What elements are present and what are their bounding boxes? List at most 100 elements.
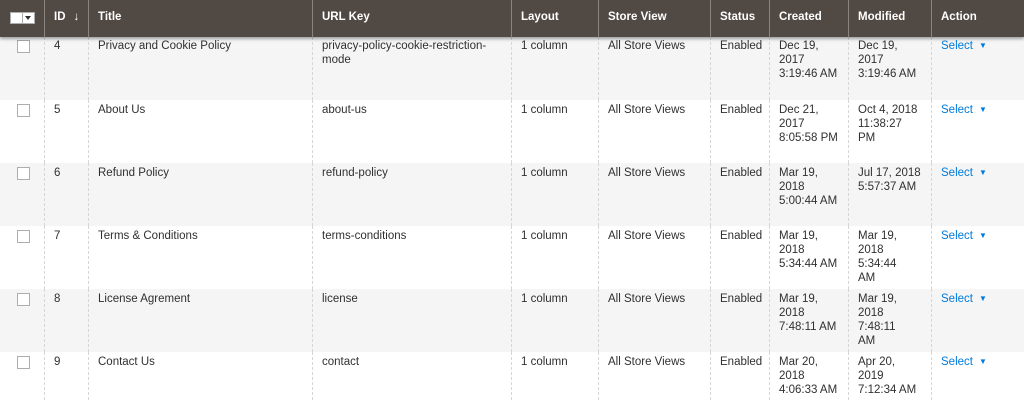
cell-modified: Mar 19, 2018 7:48:11 AM [848,289,931,352]
column-header-store-view[interactable]: Store View [598,0,710,37]
action-select-link[interactable]: Select ▼ [941,104,987,116]
column-header-created[interactable]: Created [769,0,848,37]
cell-status: Enabled [710,289,769,352]
cell-store-view: All Store Views [598,226,710,289]
cell-id: 8 [44,289,88,352]
cell-action: Select ▼ [931,37,1024,100]
cell-layout: 1 column [511,226,598,289]
action-select-link[interactable]: Select ▼ [941,230,987,242]
column-header-layout[interactable]: Layout [511,0,598,37]
cell-layout: 1 column [511,37,598,100]
cms-pages-grid: ID ↓ Title URL Key Layout Store View Stat… [0,0,1024,401]
cell-modified: Dec 19, 2017 3:19:46 AM [848,37,931,100]
cell-layout: 1 column [511,289,598,352]
cell-title: License Agrement [88,289,312,352]
caret-down-icon: ▼ [978,168,987,177]
cell-status: Enabled [710,352,769,401]
cell-id: 9 [44,352,88,401]
cell-url-key: privacy-policy-cookie-restriction-mode [312,37,511,100]
row-select-cell [0,226,44,289]
grid-body: 4 Privacy and Cookie Policy privacy-poli… [0,37,1024,401]
cell-title: Privacy and Cookie Policy [88,37,312,100]
caret-down-icon: ▼ [978,294,987,303]
cell-url-key: license [312,289,511,352]
table-row: 6 Refund Policy refund-policy 1 column A… [0,163,1024,226]
column-header-title[interactable]: Title [88,0,312,37]
row-checkbox[interactable] [17,356,30,369]
row-checkbox[interactable] [17,104,30,117]
cell-status: Enabled [710,37,769,100]
action-select-link[interactable]: Select ▼ [941,40,987,52]
action-select-link[interactable]: Select ▼ [941,167,987,179]
mass-select-header [0,0,44,37]
row-select-cell [0,100,44,163]
row-select-cell [0,37,44,100]
cell-id: 7 [44,226,88,289]
cell-created: Dec 21, 2017 8:05:58 PM [769,100,848,163]
cell-layout: 1 column [511,352,598,401]
cell-id: 6 [44,163,88,226]
row-select-cell [0,289,44,352]
cell-title: Contact Us [88,352,312,401]
table-row: 5 About Us about-us 1 column All Store V… [0,100,1024,163]
table-row: 4 Privacy and Cookie Policy privacy-poli… [0,37,1024,100]
row-checkbox[interactable] [17,40,30,53]
cell-url-key: terms-conditions [312,226,511,289]
caret-down-icon: ▼ [978,231,987,240]
cell-url-key: about-us [312,100,511,163]
grid-header: ID ↓ Title URL Key Layout Store View Stat… [0,0,1024,37]
caret-down-icon: ▼ [978,41,987,50]
table-row: 9 Contact Us contact 1 column All Store … [0,352,1024,401]
cell-store-view: All Store Views [598,37,710,100]
row-select-cell [0,352,44,401]
cell-action: Select ▼ [931,163,1024,226]
sort-descending-icon: ↓ [73,11,80,23]
row-checkbox[interactable] [17,230,30,243]
cell-created: Mar 19, 2018 5:00:44 AM [769,163,848,226]
cell-created: Dec 19, 2017 3:19:46 AM [769,37,848,100]
cell-title: About Us [88,100,312,163]
mass-select-control[interactable] [10,11,35,24]
cell-id: 4 [44,37,88,100]
cell-store-view: All Store Views [598,163,710,226]
mass-select-checkbox[interactable] [10,11,23,24]
cell-url-key: refund-policy [312,163,511,226]
action-select-link[interactable]: Select ▼ [941,293,987,305]
cell-status: Enabled [710,226,769,289]
cell-status: Enabled [710,100,769,163]
caret-down-icon: ▼ [978,357,987,366]
cell-created: Mar 20, 2018 4:06:33 AM [769,352,848,401]
row-checkbox[interactable] [17,167,30,180]
row-select-cell [0,163,44,226]
cell-action: Select ▼ [931,352,1024,401]
cell-action: Select ▼ [931,289,1024,352]
column-header-status[interactable]: Status [710,0,769,37]
cell-created: Mar 19, 2018 7:48:11 AM [769,289,848,352]
column-header-url-key[interactable]: URL Key [312,0,511,37]
cell-title: Refund Policy [88,163,312,226]
table-row: 8 License Agrement license 1 column All … [0,289,1024,352]
cell-store-view: All Store Views [598,100,710,163]
cell-modified: Oct 4, 2018 11:38:27 PM [848,100,931,163]
cell-created: Mar 19, 2018 5:34:44 AM [769,226,848,289]
cell-title: Terms & Conditions [88,226,312,289]
action-select-link[interactable]: Select ▼ [941,356,987,368]
row-checkbox[interactable] [17,293,30,306]
mass-select-dropdown-icon[interactable] [23,11,35,24]
column-header-modified[interactable]: Modified [848,0,931,37]
cell-status: Enabled [710,163,769,226]
cell-store-view: All Store Views [598,289,710,352]
column-header-id[interactable]: ID ↓ [44,0,88,37]
cell-modified: Apr 20, 2019 7:12:34 AM [848,352,931,401]
cell-store-view: All Store Views [598,352,710,401]
cell-id: 5 [44,100,88,163]
cell-action: Select ▼ [931,100,1024,163]
cell-layout: 1 column [511,163,598,226]
cell-modified: Mar 19, 2018 5:34:44 AM [848,226,931,289]
column-header-action: Action [931,0,1024,37]
cell-action: Select ▼ [931,226,1024,289]
cell-layout: 1 column [511,100,598,163]
table-row: 7 Terms & Conditions terms-conditions 1 … [0,226,1024,289]
cell-url-key: contact [312,352,511,401]
cell-modified: Jul 17, 2018 5:57:37 AM [848,163,931,226]
